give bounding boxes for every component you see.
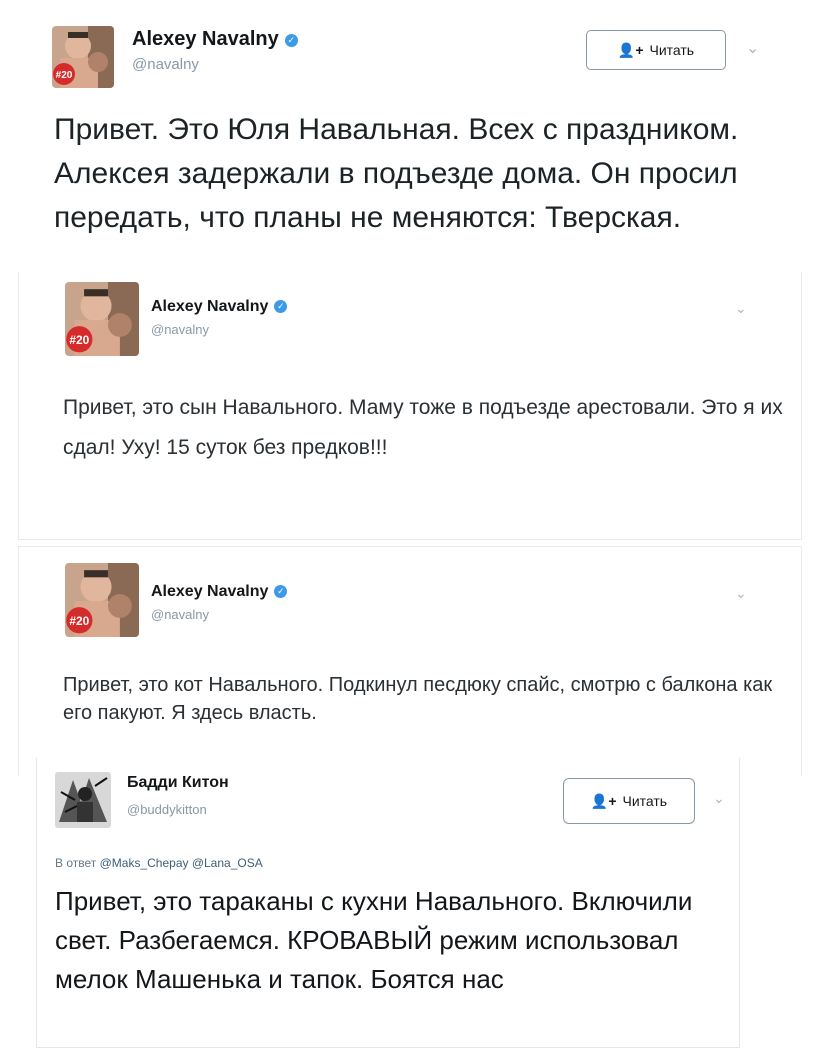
chevron-down-icon[interactable]: ⌄ xyxy=(735,300,747,317)
reply-prefix: В ответ xyxy=(55,856,97,870)
tweet-text: Привет, это сын Навального. Маму тоже в … xyxy=(63,396,783,459)
follow-button-label: Читать xyxy=(622,793,668,809)
author-handle[interactable]: @navalny xyxy=(151,607,209,622)
navalny-avatar[interactable]: #20 xyxy=(65,282,139,356)
tweet-card-cat: #20 Alexey Navalny ✓ @navalny ⌄ Привет, э… xyxy=(18,546,802,776)
tweet-text: Привет, это тараканы с кухни Навального.… xyxy=(55,886,693,994)
author-name-text[interactable]: Alexey Navalny xyxy=(151,298,268,315)
chevron-down-icon[interactable]: ⌄ xyxy=(735,585,747,602)
author-name-text[interactable]: Alexey Navalny xyxy=(151,583,268,600)
author-name[interactable]: Alexey Navalny ✓ xyxy=(151,298,288,316)
author-name[interactable]: Бадди Китон xyxy=(127,774,229,792)
follow-button[interactable]: 👤+ Читать xyxy=(563,778,695,824)
reply-mentions[interactable]: @Maks_Chepay @Lana_OSA xyxy=(100,856,263,870)
follow-button-label: Читать xyxy=(649,42,695,58)
reply-context: В ответ @Maks_Chepay @Lana_OSA xyxy=(55,856,263,870)
chevron-down-icon[interactable]: ⌄ xyxy=(746,38,759,58)
verified-badge-icon: ✓ xyxy=(274,585,288,598)
chevron-down-icon[interactable]: ⌄ xyxy=(713,790,725,807)
author-name[interactable]: Alexey Navalny ✓ xyxy=(151,583,288,601)
tweet-card-yulia: #20 Alexey Navalny ✓ @navalny 👤+ Читать ⌄… xyxy=(18,14,802,284)
navalny-avatar[interactable]: #20 xyxy=(52,26,114,88)
verified-badge-icon: ✓ xyxy=(274,300,288,313)
author-handle[interactable]: @navalny xyxy=(151,322,209,337)
follow-button[interactable]: 👤+ Читать xyxy=(586,30,726,70)
badge-label: #20 xyxy=(56,70,73,81)
badge-label: #20 xyxy=(69,614,89,628)
verified-badge-icon: ✓ xyxy=(284,34,298,47)
navalny-avatar[interactable]: #20 xyxy=(65,563,139,637)
tweet-card-son: #20 Alexey Navalny ✓ @navalny ⌄ Привет, э… xyxy=(18,272,802,540)
tweet-card-cockroaches: Бадди Китон @buddykitton 👤+ Читать ⌄ В о… xyxy=(36,758,740,1048)
buddy-avatar[interactable] xyxy=(55,772,111,828)
author-name[interactable]: Alexey Navalny ✓ xyxy=(132,28,298,51)
add-user-icon: 👤+ xyxy=(617,41,644,58)
author-handle[interactable]: @navalny xyxy=(132,56,199,73)
author-name-text[interactable]: Alexey Navalny xyxy=(132,28,279,50)
author-handle[interactable]: @buddykitton xyxy=(127,802,207,817)
badge-label: #20 xyxy=(69,333,89,347)
tweet-text: Привет, это кот Навального. Подкинул пес… xyxy=(63,674,773,724)
add-user-icon: 👤+ xyxy=(590,792,617,809)
tweet-text: Привет. Это Юля Навальная. Всех с праздн… xyxy=(54,113,739,234)
